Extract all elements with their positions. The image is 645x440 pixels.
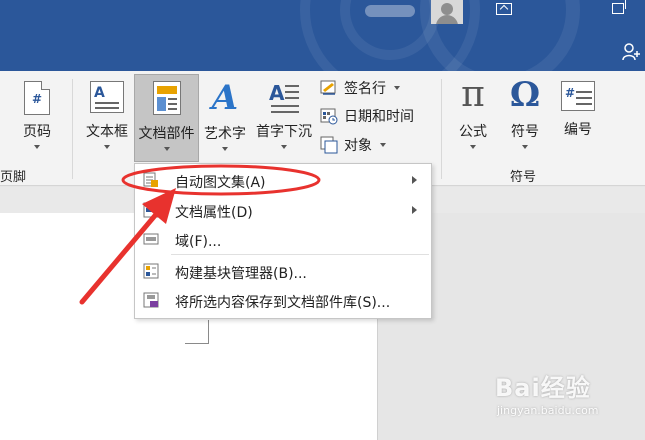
quick-parts-menu: 自动图文集(A) 文档属性(D) 域(F)... 构建基块管理器(B)... 将…	[134, 163, 432, 319]
document-property-icon	[143, 202, 159, 218]
chevron-down-icon	[104, 145, 110, 149]
menu-item-document-property[interactable]: 文档属性(D)	[135, 196, 431, 225]
text-box-label: 文本框	[86, 124, 128, 140]
chevron-down-icon	[470, 145, 476, 149]
menu-item-save-to-gallery[interactable]: 将所选内容保存到文档部件库(S)...	[135, 286, 431, 315]
number-label: 编号	[564, 122, 592, 138]
baidu-watermark: Bai经验 jingyan.baidu.com	[495, 368, 645, 428]
wordart-label: 艺术字	[204, 126, 246, 142]
wordart-icon: A	[211, 78, 239, 118]
menu-item-building-blocks[interactable]: 构建基块管理器(B)...	[135, 257, 431, 286]
menu-item-label: 自动图文集(A)	[175, 175, 266, 191]
menu-item-label: 构建基块管理器(B)...	[175, 266, 307, 282]
wordart-button[interactable]: A 艺术字	[200, 81, 250, 161]
margin-crop-mark	[208, 320, 209, 344]
symbol-label: 符号	[511, 124, 539, 140]
date-time-label: 日期和时间	[344, 109, 414, 125]
watermark-url: jingyan.baidu.com	[497, 404, 599, 417]
watermark-text: Bai经验	[495, 374, 591, 402]
chevron-down-icon	[522, 145, 528, 149]
account-name-blurred	[365, 5, 415, 17]
symbol-button[interactable]: Ω 符号	[504, 77, 546, 161]
group-label-header-footer: 页脚	[0, 170, 27, 185]
object-label: 对象	[344, 138, 372, 154]
share-icon[interactable]	[622, 42, 642, 62]
save-to-gallery-icon	[143, 292, 159, 308]
object-button[interactable]: 对象	[320, 134, 386, 156]
submenu-arrow-icon	[412, 206, 417, 214]
menu-item-label: 文档属性(D)	[175, 205, 253, 221]
signature-line-label: 签名行	[344, 81, 386, 97]
chevron-down-icon	[163, 147, 170, 151]
date-time-button[interactable]: 日期和时间	[320, 105, 414, 127]
equation-button[interactable]: π 公式	[452, 77, 494, 161]
chevron-down-icon	[34, 145, 40, 149]
drop-cap-button[interactable]: A 首字下沉	[252, 81, 316, 161]
pi-icon: π	[461, 74, 485, 115]
calendar-clock-icon	[320, 107, 338, 125]
object-icon	[320, 136, 338, 154]
submenu-arrow-icon	[412, 176, 417, 184]
signature-pen-icon	[320, 79, 338, 97]
title-bar	[0, 0, 645, 71]
text-box-icon: A	[90, 81, 124, 113]
building-blocks-icon	[143, 263, 159, 279]
margin-crop-mark	[185, 343, 209, 344]
quick-parts-label: 文档部件	[138, 126, 195, 142]
account-avatar[interactable]	[431, 0, 463, 24]
autotext-icon	[143, 172, 159, 188]
number-button[interactable]: # 编号	[556, 77, 600, 161]
signature-line-button[interactable]: 签名行	[320, 77, 400, 99]
drop-cap-label: 首字下沉	[256, 124, 312, 140]
restore-window-icon[interactable]	[612, 0, 626, 14]
chevron-down-icon	[380, 143, 386, 147]
quick-parts-button[interactable]: 文档部件	[134, 74, 199, 162]
group-separator	[72, 79, 73, 179]
menu-item-label: 域(F)...	[175, 234, 222, 250]
quick-parts-icon	[152, 81, 181, 115]
menu-separator	[171, 254, 429, 255]
ribbon-display-options-icon[interactable]	[496, 3, 512, 15]
page-number-label: 页码	[23, 124, 51, 140]
menu-item-label: 将所选内容保存到文档部件库(S)...	[175, 295, 391, 311]
omega-icon: Ω	[509, 75, 541, 115]
chevron-down-icon	[222, 147, 228, 151]
group-separator	[441, 79, 442, 179]
group-label-symbols: 符号	[510, 170, 537, 185]
field-icon	[143, 231, 159, 247]
text-box-button[interactable]: A 文本框	[82, 81, 132, 161]
chevron-down-icon	[394, 86, 400, 90]
menu-item-autotext[interactable]: 自动图文集(A)	[135, 166, 431, 195]
chevron-down-icon	[281, 145, 287, 149]
drop-cap-icon: A	[269, 81, 299, 115]
page-number-button[interactable]: # 页码	[15, 81, 59, 161]
menu-item-field[interactable]: 域(F)...	[135, 225, 431, 254]
number-icon: #	[561, 81, 595, 111]
equation-label: 公式	[459, 124, 487, 140]
page-number-icon: #	[24, 81, 50, 115]
